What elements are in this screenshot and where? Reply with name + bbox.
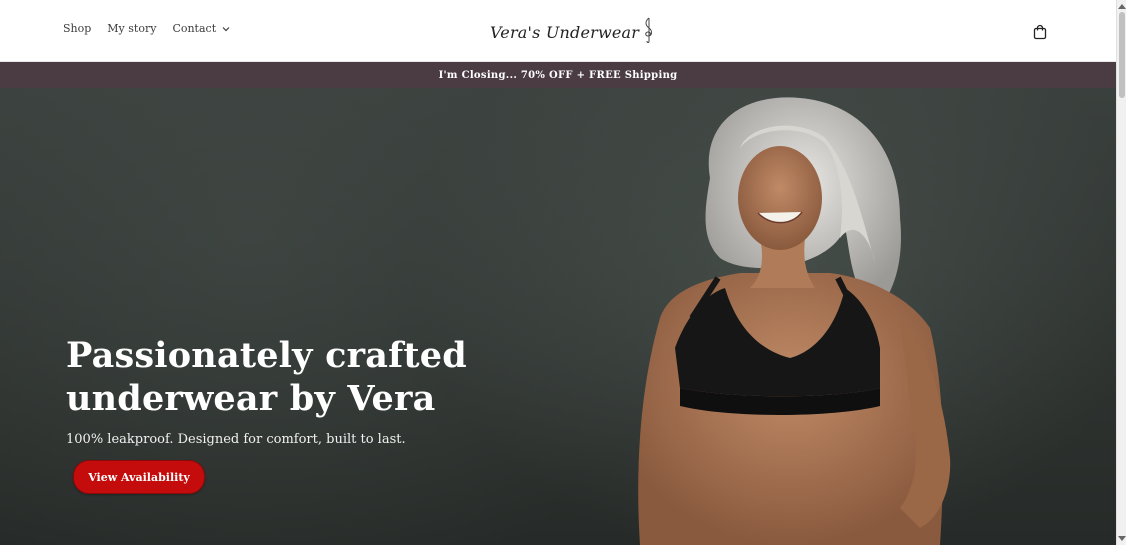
brand-logo[interactable]: Vera's Underwear [490, 17, 656, 47]
vertical-scrollbar[interactable] [1116, 0, 1126, 545]
nav-item-contact[interactable]: Contact [172, 22, 230, 35]
hero-subtitle: 100% leakproof. Designed for comfort, bu… [66, 432, 406, 447]
nav-item-shop[interactable]: Shop [63, 22, 91, 35]
view-availability-button[interactable]: View Availability [73, 460, 205, 494]
scroll-down-arrow-icon[interactable] [1118, 535, 1126, 543]
shopping-bag-icon[interactable] [1032, 24, 1048, 40]
main-nav: Shop My story Contact [63, 22, 230, 35]
site-header: Shop My story Contact Vera's Underwear [0, 0, 1116, 62]
hero-title: Passionately crafted underwear by Vera [66, 335, 467, 419]
hero-content: Passionately crafted underwear by Vera 1… [66, 334, 656, 494]
treble-clef-icon [642, 17, 656, 47]
hero-banner: Passionately crafted underwear by Vera 1… [0, 88, 1116, 545]
hero-model-image [638, 97, 951, 545]
scrollbar-thumb[interactable] [1119, 12, 1125, 98]
scroll-up-arrow-icon[interactable] [1118, 2, 1126, 10]
nav-item-label: Shop [63, 22, 92, 35]
page: Shop My story Contact Vera's Underwear I… [0, 0, 1126, 545]
brand-name: Vera's Underwear [490, 22, 640, 42]
nav-item-label: My story [107, 22, 157, 35]
chevron-down-icon [222, 26, 230, 32]
announcement-bar: I'm Closing... 70% OFF + FREE Shipping [0, 62, 1116, 88]
announcement-text: I'm Closing... 70% OFF + FREE Shipping [438, 69, 678, 81]
nav-item-label: Contact [172, 22, 217, 35]
nav-item-my-story[interactable]: My story [107, 22, 156, 35]
